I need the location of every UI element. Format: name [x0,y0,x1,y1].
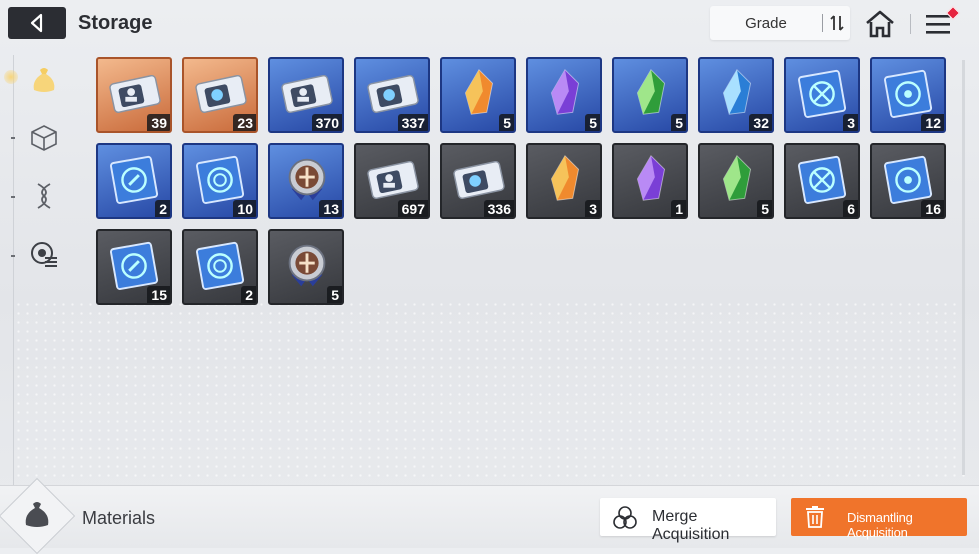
dismantling-acquisition-button[interactable]: Dismantling Acquisition [791,498,967,540]
item-slot[interactable]: 3 [526,143,602,219]
item-slot[interactable]: 370 [268,57,344,133]
dna-icon [37,183,51,209]
item-slot[interactable]: 697 [354,143,430,219]
back-button[interactable] [8,7,66,39]
item-slot[interactable]: 6 [784,143,860,219]
chip-icon [31,242,57,267]
crystal-orange-icon [550,155,580,201]
item-quantity: 23 [233,114,256,131]
merge-acquisition-button[interactable]: Merge Acquisition [600,498,776,543]
topbar-divider [910,14,911,34]
sort-label: Grade [745,15,787,32]
bag-icon [25,502,49,527]
book-bolt-icon [110,155,159,204]
item-slot[interactable]: 13 [268,143,344,219]
item-slot[interactable]: 2 [96,143,172,219]
scrollbar[interactable] [962,60,965,475]
home-icon[interactable] [862,8,898,40]
item-quantity: 2 [241,286,256,303]
background-pattern [14,300,969,480]
item-slot[interactable]: 337 [354,57,430,133]
item-quantity: 2 [155,200,170,217]
item-slot[interactable]: 336 [440,143,516,219]
page-title: Storage [78,12,153,34]
item-quantity: 6 [843,200,858,217]
item-slot[interactable]: 32 [698,57,774,133]
item-quantity: 337 [397,114,428,131]
sidebar-tick [11,255,15,257]
item-quantity: 12 [921,114,944,131]
crystal-purple-icon [550,69,580,115]
item-slot[interactable]: 23 [182,57,258,133]
item-slot[interactable]: 12 [870,57,946,133]
trash-icon [806,506,824,528]
cube-icon [31,125,57,151]
item-quantity: 32 [749,114,772,131]
item-slot[interactable]: 1 [612,143,688,219]
sort-divider [822,14,823,32]
crystal-purple-icon [636,155,666,201]
item-quantity: 3 [585,200,600,217]
item-quantity: 15 [147,286,170,303]
item-slot[interactable]: 5 [440,57,516,133]
item-slot[interactable]: 5 [526,57,602,133]
item-quantity: 10 [233,200,256,217]
item-quantity: 16 [921,200,944,217]
item-slot[interactable]: 10 [182,143,258,219]
item-slot[interactable]: 5 [612,57,688,133]
item-quantity: 697 [397,200,428,217]
book-globe-icon [196,241,245,290]
sidebar-item-cube[interactable] [24,118,64,158]
item-quantity: 5 [585,114,600,131]
sidebar-tick [11,196,15,198]
sidebar-line [13,55,14,485]
item-quantity: 3 [843,114,858,131]
sidebar-item-dna[interactable] [24,176,64,216]
sidebar-item-materials[interactable] [24,60,64,100]
item-slot[interactable]: 15 [96,229,172,305]
item-slot[interactable]: 5 [268,229,344,305]
item-slot[interactable]: 2 [182,229,258,305]
active-indicator [4,70,18,84]
item-slot[interactable]: 3 [784,57,860,133]
merge-icon [613,506,637,529]
dismantle-label: Dismantling Acquisition [847,510,913,540]
medal-icon [288,244,326,287]
item-quantity: 336 [483,200,514,217]
crystal-green-icon [636,69,666,115]
bag-icon [33,68,55,92]
sort-control[interactable]: Grade [710,6,850,40]
item-quantity: 5 [327,286,342,303]
item-quantity: 1 [671,200,686,217]
item-quantity: 5 [671,114,686,131]
item-slot[interactable]: 39 [96,57,172,133]
merge-label: Merge Acquisition [652,508,730,543]
sort-toggle-icon[interactable] [826,12,848,34]
crystal-orange-icon [464,69,494,115]
sidebar-tick [11,137,15,139]
item-quantity: 370 [311,114,342,131]
item-quantity: 5 [499,114,514,131]
item-quantity: 13 [319,200,342,217]
item-quantity: 5 [757,200,772,217]
book-sword-icon [798,155,847,204]
book-sword-icon [798,69,847,118]
category-label: Materials [82,508,156,528]
item-quantity: 39 [147,114,170,131]
back-arrow-icon [30,13,43,33]
item-slot[interactable]: 16 [870,143,946,219]
crystal-green-icon [722,155,752,201]
sidebar-item-chip[interactable] [24,234,64,274]
item-slot[interactable]: 5 [698,143,774,219]
